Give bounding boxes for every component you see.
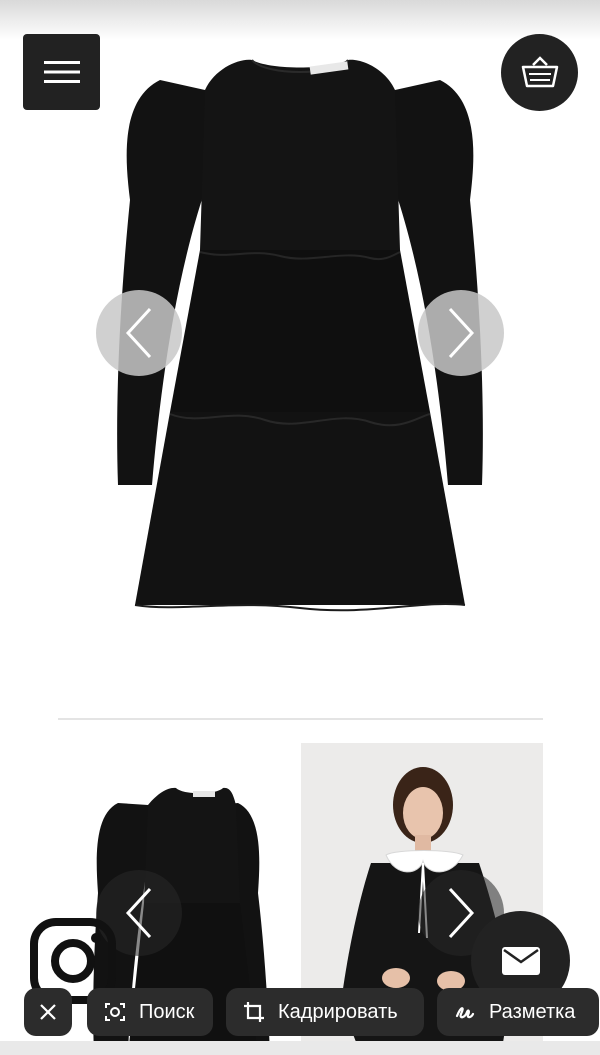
previous-image-button[interactable] (96, 290, 182, 376)
chevron-right-icon (448, 307, 475, 359)
mail-icon (501, 946, 540, 975)
lens-search-label: Поиск (139, 1000, 195, 1023)
section-divider (58, 718, 543, 720)
menu-button[interactable] (23, 34, 100, 110)
chevron-left-icon (125, 887, 152, 939)
hamburger-menu-icon (43, 61, 80, 83)
markup-icon (455, 1007, 475, 1019)
markup-label: Разметка (489, 1000, 576, 1023)
product-hero-image[interactable] (0, 40, 600, 660)
cart-button[interactable] (501, 34, 578, 111)
crop-button[interactable]: Кадрировать (226, 988, 424, 1036)
markup-button[interactable]: Разметка (437, 988, 599, 1036)
chevron-right-icon (448, 887, 475, 939)
close-lens-button[interactable] (24, 988, 72, 1036)
lens-action-bar: Поиск Кадрировать Разметка (0, 985, 600, 1041)
black-tiered-dress-photo (117, 59, 483, 612)
lens-search-button[interactable]: Поиск (87, 988, 213, 1036)
lens-search-icon (105, 1003, 125, 1021)
close-icon (40, 1004, 56, 1020)
chevron-left-icon (125, 307, 152, 359)
crop-label: Кадрировать (278, 1000, 398, 1023)
crop-icon (244, 1002, 264, 1022)
system-navigation-area (0, 1041, 600, 1055)
basket-icon (521, 55, 558, 87)
next-image-button[interactable] (418, 290, 504, 376)
